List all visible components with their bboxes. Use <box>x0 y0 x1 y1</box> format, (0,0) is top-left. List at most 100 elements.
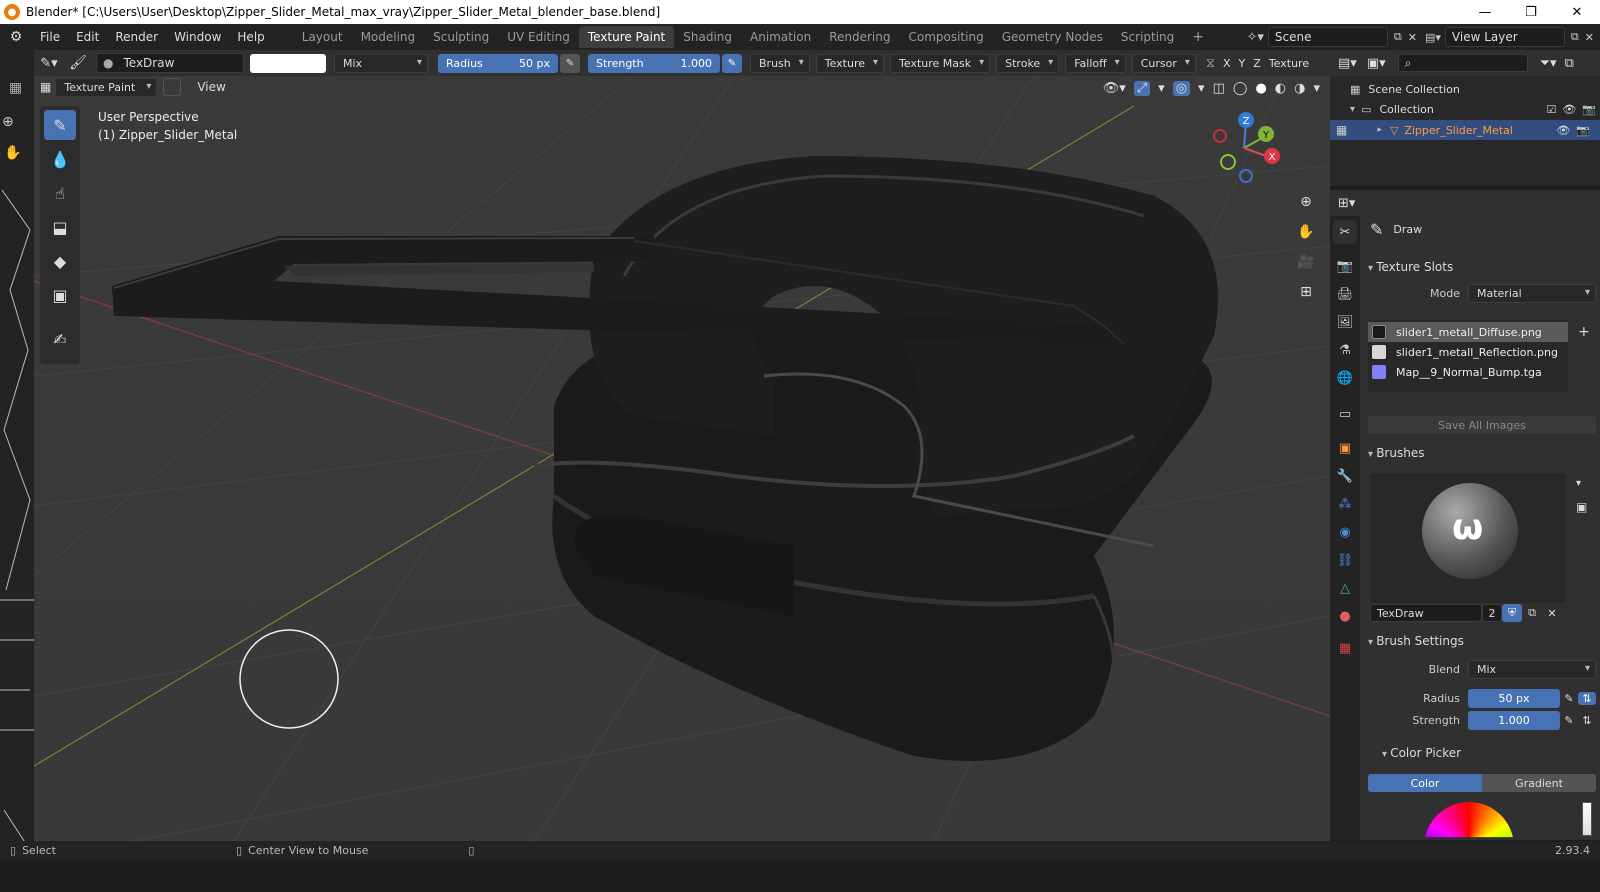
fake-user-icon[interactable]: ⛨ <box>1502 604 1522 622</box>
scene-icon[interactable]: ✧▾ <box>1247 30 1264 45</box>
tab-modeling[interactable]: Modeling <box>352 26 425 48</box>
gizmo-toggle-icon[interactable]: ⤢ <box>1133 80 1151 96</box>
outliner-object-row[interactable]: ▦ ▸ ▽ Zipper_Slider_Metal 👁 📷 <box>1330 120 1600 140</box>
blend-dropdown[interactable]: Mix <box>334 53 428 73</box>
collection-checkbox-icon[interactable]: ☑ <box>1546 103 1556 116</box>
color-picker-header[interactable]: Color Picker <box>1382 746 1461 760</box>
blend-settings-dropdown[interactable]: Mix <box>1468 660 1596 679</box>
axis-z-toggle[interactable]: Z <box>1249 57 1265 70</box>
blender-menu-icon[interactable]: ⚙ <box>0 29 32 45</box>
strength-pressure-icon[interactable]: ✎ <box>722 53 742 73</box>
render-tab-icon[interactable]: 📷 <box>1333 254 1357 278</box>
physics-tab-icon[interactable]: ◉ <box>1333 520 1357 544</box>
properties-editor-icon[interactable]: ⊞▾ <box>1338 196 1355 211</box>
maximize-button[interactable]: ❐ <box>1508 0 1554 24</box>
color-tab-button[interactable]: Color <box>1368 774 1482 792</box>
view-layer-field[interactable]: View Layer <box>1444 27 1565 47</box>
zoom-icon[interactable]: ⊕ <box>1294 190 1318 214</box>
camera-view-icon[interactable]: 🎥 <box>1294 250 1318 274</box>
collection-expand-icon[interactable]: ▾ <box>1350 104 1355 115</box>
brush-menu-icon[interactable]: ▾ <box>1576 478 1581 489</box>
close-button[interactable]: ✕ <box>1554 0 1600 24</box>
texture-slots-header[interactable]: Texture Slots <box>1368 260 1453 274</box>
navigation-gizmo[interactable]: Z Y X <box>1204 108 1284 188</box>
clone-tool-icon[interactable]: ⬓ <box>44 212 76 242</box>
mask-toggle-icon[interactable] <box>163 78 182 96</box>
soften-tool-icon[interactable]: 💧 <box>44 144 76 174</box>
rendered-shading-icon[interactable]: ◑ <box>1294 81 1305 96</box>
material-shading-icon[interactable]: ◐ <box>1275 81 1286 96</box>
fill-tool-icon[interactable]: ◆ <box>44 246 76 276</box>
world-tab-icon[interactable]: 🌐 <box>1333 366 1357 390</box>
outliner-scene-collection[interactable]: ▦ Scene Collection <box>1350 80 1460 98</box>
new-view-layer-icon[interactable]: ⧉ <box>1571 30 1579 44</box>
menu-file[interactable]: File <box>32 30 68 44</box>
pan-hand-icon[interactable]: ✋ <box>4 145 21 161</box>
outliner-editor-icon[interactable]: ▤▾ <box>1338 56 1357 71</box>
wireframe-shading-icon[interactable]: ◯ <box>1233 81 1248 96</box>
xray-icon[interactable]: ◫ <box>1213 81 1225 96</box>
minimize-button[interactable]: — <box>1462 0 1508 24</box>
symmetry-icon[interactable]: ⧖ <box>1206 56 1215 71</box>
tab-animation[interactable]: Animation <box>741 26 820 48</box>
brush-color-swatch[interactable] <box>250 53 326 73</box>
brush-settings-header[interactable]: Brush Settings <box>1368 634 1464 648</box>
particles-tab-icon[interactable]: ⁂ <box>1333 492 1357 516</box>
radius-unit-icon[interactable]: ⇅ <box>1578 692 1596 705</box>
radius-pressure-icon[interactable]: ✎ <box>560 53 580 73</box>
display-mode-icon[interactable]: ▣▾ <box>1367 56 1386 71</box>
texture-tab-icon[interactable]: ▦ <box>1333 636 1357 660</box>
tab-texture-paint[interactable]: Texture Paint <box>578 26 675 48</box>
mask-tool-icon[interactable]: ▣ <box>44 280 76 310</box>
add-icon[interactable]: ⊕ <box>2 114 14 130</box>
tab-compositing[interactable]: Compositing <box>899 26 992 48</box>
output-tab-icon[interactable]: 🖨 <box>1333 282 1357 306</box>
brushes-header[interactable]: Brushes <box>1368 446 1424 460</box>
axis-x-toggle[interactable]: X <box>1219 57 1235 70</box>
mode-icon[interactable]: ✎▾ <box>34 56 64 71</box>
menu-edit[interactable]: Edit <box>68 30 107 44</box>
tab-geometry-nodes[interactable]: Geometry Nodes <box>993 26 1112 48</box>
visibility-icon[interactable]: 👁▾ <box>1103 81 1126 96</box>
tab-scripting[interactable]: Scripting <box>1112 26 1183 48</box>
view-layer-icon[interactable]: ▤▾ <box>1425 31 1441 44</box>
tab-uv-editing[interactable]: UV Editing <box>498 26 579 48</box>
object-expand-icon[interactable]: ▸ <box>1377 125 1382 135</box>
outliner-collection[interactable]: ▾ ▭ Collection ☑ 👁 📷 <box>1350 100 1596 118</box>
radius-settings-pressure-icon[interactable]: ✎ <box>1560 692 1578 705</box>
new-scene-icon[interactable]: ⧉ <box>1394 30 1402 44</box>
object-visibility-icon[interactable]: 👁 <box>1556 124 1570 137</box>
delete-view-layer-icon[interactable]: ✕ <box>1585 31 1594 44</box>
modifier-tab-icon[interactable]: 🔧 <box>1333 464 1357 488</box>
radius-settings-slider[interactable]: 50 px <box>1468 689 1560 708</box>
solid-shading-icon[interactable]: ● <box>1255 81 1266 96</box>
filter-icon[interactable]: ⏷▾ <box>1540 56 1557 71</box>
strength-settings-slider[interactable]: 1.000 <box>1468 711 1560 730</box>
material-tab-icon[interactable]: ● <box>1333 604 1357 628</box>
strength-settings-pressure-icon[interactable]: ✎ <box>1560 714 1578 727</box>
add-slot-icon[interactable]: + <box>1578 324 1590 340</box>
tab-sculpting[interactable]: Sculpting <box>424 26 498 48</box>
constraints-tab-icon[interactable]: ⛓ <box>1333 548 1357 572</box>
texture-menu[interactable]: Texture <box>815 53 885 73</box>
texture-slot-item[interactable]: slider1_metall_Diffuse.png <box>1368 322 1568 342</box>
brush-image-icon[interactable]: ▣ <box>1576 500 1587 514</box>
brush-name-field[interactable]: ● TexDraw <box>96 53 244 73</box>
gizmo-dropdown-icon[interactable]: ▾ <box>1158 81 1165 96</box>
object-tab-icon[interactable]: ▣ <box>1333 436 1357 460</box>
menu-render[interactable]: Render <box>107 30 166 44</box>
strength-slider[interactable]: Strength 1.000 <box>588 53 720 73</box>
tab-shading[interactable]: Shading <box>674 26 741 48</box>
3d-viewport[interactable]: User Perspective (1) Zipper_Slider_Metal… <box>34 76 1330 841</box>
delete-scene-icon[interactable]: ✕ <box>1408 31 1417 44</box>
unlink-brush-icon[interactable]: ✕ <box>1542 604 1562 622</box>
scene-field[interactable]: Scene <box>1267 27 1388 47</box>
add-workspace-button[interactable]: + <box>1183 25 1213 49</box>
view-layer-tab-icon[interactable]: 🖼 <box>1333 310 1357 334</box>
gradient-tab-button[interactable]: Gradient <box>1482 774 1596 792</box>
view-menu[interactable]: View <box>189 80 233 94</box>
texture-tab-label[interactable]: Texture <box>1265 57 1313 70</box>
overlay-dropdown-icon[interactable]: ▾ <box>1198 81 1205 96</box>
new-collection-icon[interactable]: ⧉ <box>1565 56 1574 71</box>
mode-dropdown[interactable]: Texture Paint <box>55 77 158 97</box>
